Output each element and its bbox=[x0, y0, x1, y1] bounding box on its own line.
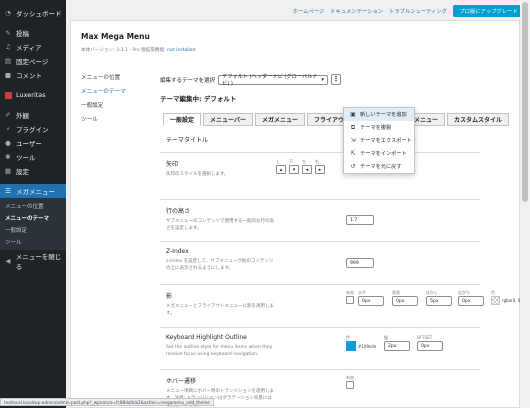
link-homepage[interactable]: ホームページ bbox=[293, 7, 325, 15]
shadow-horizontal-input[interactable]: 0px bbox=[358, 296, 384, 306]
theme-tabs: 一般設定 メニューバー メガメニュー フライアウトメニュー モバイルメニュー カ… bbox=[163, 113, 510, 126]
status-bar-url: testlocal.local/wp-admin/admin-post.php?… bbox=[0, 398, 214, 406]
submenu-locations[interactable]: メニューの位置 bbox=[0, 200, 66, 212]
admin-sidebar: ◔ ダッシュボード ✎ 投稿 ♫ メディア ▤ 固定ページ ■ コメント Luxerita… bbox=[0, 0, 66, 408]
shadow-color-swatch[interactable] bbox=[491, 296, 500, 305]
arrow-down-select[interactable]: ▾ bbox=[289, 165, 299, 174]
theme-select-label: 編集するテーマを選択 bbox=[160, 77, 216, 84]
row-z-index: Z-Index z-index を設定して、サブメニューが他のコンテンツの上に表示… bbox=[160, 242, 480, 285]
import-icon: ⇱ bbox=[350, 150, 356, 157]
import-theme-item[interactable]: ⇱ テーマをインポート bbox=[344, 147, 414, 160]
add-file-icon: ▣ bbox=[350, 111, 356, 118]
scrollbar-thumb[interactable] bbox=[522, 2, 528, 202]
row-keyboard-outline: Keyboard Highlight Outline Set the outlin… bbox=[160, 328, 480, 370]
nav-themes[interactable]: メニューのテーマ bbox=[81, 87, 151, 101]
collapse-icon: ◀ bbox=[5, 257, 11, 265]
menu-pages[interactable]: ▤ 固定ページ bbox=[0, 54, 66, 68]
submenu-themes[interactable]: メニューのテーマ bbox=[0, 212, 66, 224]
shadow-vertical-input[interactable]: 0px bbox=[392, 296, 418, 306]
nav-locations[interactable]: メニューの位置 bbox=[81, 73, 151, 87]
menu-dashboard[interactable]: ◔ ダッシュボード bbox=[0, 6, 66, 20]
nav-tools[interactable]: ツール bbox=[81, 115, 151, 129]
z-index-input[interactable]: 999 bbox=[346, 258, 374, 268]
theme-select-row: 編集するテーマを選択 デフォルト (ヘッダーナビ (グローバルナビ) ) ▾ ⋮ bbox=[160, 74, 342, 87]
not-installed-link[interactable]: not installed bbox=[167, 48, 195, 53]
luxeritas-icon bbox=[4, 91, 12, 99]
menu-appearance[interactable]: ✐ 外観 bbox=[0, 108, 66, 122]
editing-theme-heading: テーマ編集中: デフォルト bbox=[160, 95, 237, 103]
nav-general[interactable]: 一般設定 bbox=[81, 101, 151, 115]
megamenu-submenu: メニューの位置 メニューのテーマ 一般設定 ツール bbox=[0, 198, 66, 250]
top-links-bar: ホームページ ドキュメンテーション トラブルシューティング プロ版にアップグレー… bbox=[66, 0, 530, 20]
duplicate-icon: ⧉ bbox=[350, 123, 356, 131]
menu-users[interactable]: ● ユーザー bbox=[0, 136, 66, 150]
menu-settings[interactable]: ▦ 設定 bbox=[0, 164, 66, 178]
row-line-height: 行の高さ サブメニューのコンテンツで使用する一般的な行の高さを設定します。 1.7 bbox=[160, 200, 480, 242]
undo-icon: ↺ bbox=[350, 163, 356, 170]
collapse-menu[interactable]: ◀ メニューを閉じる bbox=[0, 253, 66, 271]
hover-enable-checkbox[interactable] bbox=[346, 381, 354, 389]
menu-plugins[interactable]: ⚡ プラグイン bbox=[0, 122, 66, 136]
row-arrow: 矢印 矢印のスタイルを選択します。 上 ▴ 下 ▾ 左 ◂ 右 ▸ bbox=[160, 153, 480, 200]
page-icon: ▤ bbox=[4, 57, 12, 65]
add-theme-item[interactable]: ▣ 新しいテーマを追加 bbox=[344, 108, 414, 121]
page-scrollbar[interactable] bbox=[520, 0, 530, 408]
arrow-controls: 上 ▴ 下 ▾ 左 ◂ 右 ▸ bbox=[276, 159, 325, 174]
brush-icon: ✐ bbox=[5, 111, 11, 119]
version-info: 本体バージョン: 3.3.1 - Pro 版拡張機能: not installe… bbox=[81, 48, 196, 53]
export-theme-item[interactable]: ⇲ テーマをエクスポート bbox=[344, 134, 414, 147]
section-nav: メニューの位置 メニューのテーマ 一般設定 ツール bbox=[81, 73, 151, 129]
dashboard-icon: ◔ bbox=[5, 9, 11, 17]
link-troubleshooting[interactable]: トラブルシューティング bbox=[389, 7, 447, 15]
row-theme-title: テーマタイトル bbox=[160, 126, 480, 153]
export-icon: ⇲ bbox=[350, 137, 356, 144]
menu-comments[interactable]: ■ コメント bbox=[0, 68, 66, 82]
megamenu-icon: ☰ bbox=[5, 187, 11, 195]
general-settings: テーマタイトル 矢印 矢印のスタイルを選択します。 上 ▴ 下 ▾ 左 ◂ 右 ▸ 行の高… bbox=[160, 126, 530, 408]
submenu-general[interactable]: 一般設定 bbox=[0, 224, 66, 236]
outline-color-swatch[interactable] bbox=[346, 341, 356, 351]
menu-megamenu[interactable]: ☰ メガメニュー bbox=[0, 184, 66, 198]
theme-actions-button[interactable]: ⋮ bbox=[331, 74, 342, 85]
submenu-tools[interactable]: ツール bbox=[0, 236, 66, 248]
duplicate-theme-item[interactable]: ⧉ テーマを複製 bbox=[344, 121, 414, 134]
chevron-down-icon: ▾ bbox=[321, 76, 325, 83]
hover-controls: 有効 bbox=[346, 375, 354, 389]
menu-posts[interactable]: ✎ 投稿 bbox=[0, 26, 66, 40]
outline-width-input[interactable]: 2px bbox=[384, 341, 410, 351]
arrow-left-select[interactable]: ◂ bbox=[302, 165, 312, 174]
upgrade-pro-button[interactable]: プロ版にアップグレード bbox=[453, 5, 524, 17]
settings-panel: Max Mega Menu 本体バージョン: 3.3.1 - Pro 版拡張機能… bbox=[70, 20, 530, 408]
tab-custom-style[interactable]: カスタムスタイル bbox=[447, 113, 510, 126]
user-icon: ● bbox=[5, 139, 11, 147]
menu-luxeritas[interactable]: Luxeritas bbox=[0, 88, 66, 102]
line-height-input[interactable]: 1.7 bbox=[346, 215, 374, 225]
wrench-icon: ✱ bbox=[5, 153, 11, 161]
revert-theme-item[interactable]: ↺ テーマを元に戻す bbox=[344, 160, 414, 173]
arrow-right-select[interactable]: ▸ bbox=[315, 165, 325, 174]
theme-select[interactable]: デフォルト (ヘッダーナビ (グローバルナビ) ) ▾ bbox=[218, 74, 329, 87]
pin-icon: ✎ bbox=[5, 29, 11, 37]
shadow-enable-checkbox[interactable] bbox=[346, 296, 354, 304]
page-title: Max Mega Menu bbox=[81, 32, 150, 41]
plug-icon: ⚡ bbox=[5, 125, 11, 133]
theme-actions-dropdown: ▣ 新しいテーマを追加 ⧉ テーマを複製 ⇲ テーマをエクスポート ⇱ テーマをインポー… bbox=[343, 107, 415, 174]
menu-tools[interactable]: ✱ ツール bbox=[0, 150, 66, 164]
menu-media[interactable]: ♫ メディア bbox=[0, 40, 66, 54]
tab-menu-bar[interactable]: メニューバー bbox=[203, 113, 253, 126]
shadow-spread-input[interactable]: 0px bbox=[458, 296, 484, 306]
settings-icon: ▦ bbox=[4, 167, 12, 175]
row-shadow: 影メガメニューとフライアウトメニューに影を適用します。 有効 水平 0px 垂直 0… bbox=[160, 285, 530, 328]
comment-icon: ■ bbox=[4, 71, 12, 79]
tab-mega-menu[interactable]: メガメニュー bbox=[254, 113, 305, 126]
link-docs[interactable]: ドキュメンテーション bbox=[330, 7, 383, 15]
media-icon: ♫ bbox=[5, 43, 11, 51]
outline-offset-input[interactable]: 0px bbox=[417, 341, 443, 351]
arrow-up-select[interactable]: ▴ bbox=[276, 165, 286, 174]
more-vertical-icon: ⋮ bbox=[332, 75, 340, 83]
tab-general[interactable]: 一般設定 bbox=[163, 113, 202, 126]
shadow-blur-input[interactable]: 5px bbox=[426, 296, 452, 306]
